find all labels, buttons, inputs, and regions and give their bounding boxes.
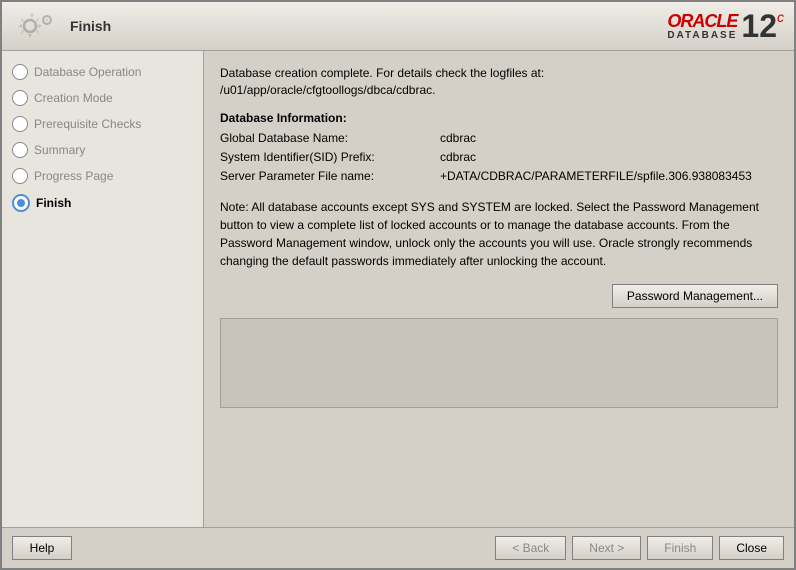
- sidebar-label-finish: Finish: [36, 196, 71, 210]
- completion-line2: /u01/app/oracle/cfgtoollogs/dbca/cdbrac.: [220, 83, 435, 97]
- next-button[interactable]: Next >: [572, 536, 641, 560]
- sidebar-label-database-operation: Database Operation: [34, 65, 141, 79]
- db-field-label-0: Global Database Name:: [220, 129, 440, 148]
- db-info-section: Database Information: Global Database Na…: [220, 111, 778, 187]
- help-button[interactable]: Help: [12, 536, 72, 560]
- oracle-version-suffix: c: [777, 10, 784, 24]
- content-area: Database Operation Creation Mode Prerequ…: [2, 51, 794, 527]
- sidebar-label-summary: Summary: [34, 143, 85, 157]
- window-title: Finish: [70, 18, 111, 34]
- db-field-label-1: System Identifier(SID) Prefix:: [220, 148, 440, 167]
- db-field-value-0: cdbrac: [440, 129, 476, 148]
- footer-right: < Back Next > Finish Close: [495, 536, 784, 560]
- db-field-value-2: +DATA/CDBRAC/PARAMETERFILE/spfile.306.93…: [440, 167, 752, 186]
- sidebar-item-database-operation: Database Operation: [2, 59, 203, 85]
- sidebar-label-progress-page: Progress Page: [34, 169, 113, 183]
- step-circle-finish: [12, 194, 30, 212]
- sidebar-item-summary: Summary: [2, 137, 203, 163]
- oracle-version: 12: [741, 10, 777, 42]
- step-circle-summary: [12, 142, 28, 158]
- sidebar-item-creation-mode: Creation Mode: [2, 85, 203, 111]
- footer: Help < Back Next > Finish Close: [2, 527, 794, 568]
- gear-icon: [12, 8, 62, 44]
- close-button[interactable]: Close: [719, 536, 784, 560]
- completion-line1: Database creation complete. For details …: [220, 66, 544, 80]
- sidebar-item-prerequisite-checks: Prerequisite Checks: [2, 111, 203, 137]
- sidebar-item-finish: Finish: [2, 189, 203, 217]
- db-info-row-0: Global Database Name: cdbrac: [220, 129, 778, 148]
- footer-left: Help: [12, 536, 72, 560]
- step-circle-prerequisite-checks: [12, 116, 28, 132]
- step-circle-database-operation: [12, 64, 28, 80]
- db-info-row-2: Server Parameter File name: +DATA/CDBRAC…: [220, 167, 778, 186]
- password-btn-row: Password Management...: [220, 284, 778, 308]
- db-field-value-1: cdbrac: [440, 148, 476, 167]
- sidebar-label-prerequisite-checks: Prerequisite Checks: [34, 117, 141, 131]
- back-button[interactable]: < Back: [495, 536, 566, 560]
- image-placeholder: [220, 318, 778, 408]
- sidebar: Database Operation Creation Mode Prerequ…: [2, 51, 204, 527]
- step-circle-progress-page: [12, 168, 28, 184]
- oracle-db-label: DATABASE: [667, 30, 737, 41]
- oracle-logo-text: ORACLE: [667, 11, 737, 31]
- password-management-button[interactable]: Password Management...: [612, 284, 778, 308]
- db-info-title: Database Information:: [220, 111, 778, 125]
- main-content-panel: Database creation complete. For details …: [204, 51, 794, 527]
- sidebar-item-progress-page: Progress Page: [2, 163, 203, 189]
- step-circle-creation-mode: [12, 90, 28, 106]
- finish-button[interactable]: Finish: [647, 536, 713, 560]
- title-bar-left: Finish: [12, 8, 111, 44]
- completion-message: Database creation complete. For details …: [220, 65, 778, 99]
- oracle-logo: ORACLE DATABASE 12 c: [667, 10, 784, 42]
- note-text: Note: All database accounts except SYS a…: [220, 198, 778, 270]
- db-field-label-2: Server Parameter File name:: [220, 167, 440, 186]
- main-window: Finish ORACLE DATABASE 12 c Database Ope…: [0, 0, 796, 570]
- title-bar: Finish ORACLE DATABASE 12 c: [2, 2, 794, 51]
- sidebar-label-creation-mode: Creation Mode: [34, 91, 113, 105]
- db-info-table: Global Database Name: cdbrac System Iden…: [220, 129, 778, 187]
- db-info-row-1: System Identifier(SID) Prefix: cdbrac: [220, 148, 778, 167]
